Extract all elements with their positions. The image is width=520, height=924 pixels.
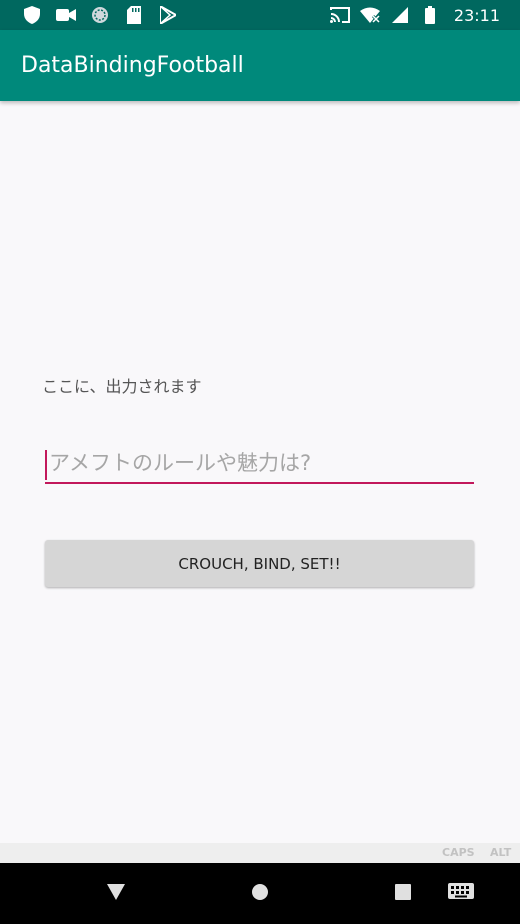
sync-circle-icon (90, 5, 110, 25)
keyboard-switch-button[interactable] (444, 877, 478, 911)
navigation-bar (0, 863, 520, 924)
app-title: DataBindingFootball (21, 53, 244, 78)
alt-hint: ALT (490, 846, 512, 859)
recents-icon (395, 884, 411, 904)
shield-icon (22, 5, 42, 25)
cast-icon (329, 5, 350, 25)
home-icon (251, 883, 269, 905)
app-bar: DataBindingFootball (0, 30, 520, 101)
question-field[interactable] (45, 444, 474, 484)
status-bar: 23:11 (0, 0, 520, 30)
main-content: ここに、出力されます CROUCH, BIND, SET!! (0, 101, 520, 843)
input-underline (45, 482, 474, 484)
system-icons: 23:11 (329, 5, 500, 25)
keyboard-icon (448, 883, 474, 905)
video-camera-icon (56, 5, 76, 25)
recents-button[interactable] (386, 877, 420, 911)
crouch-bind-set-button[interactable]: CROUCH, BIND, SET!! (45, 540, 474, 587)
caps-hint: CAPS (442, 846, 475, 859)
text-cursor (45, 450, 47, 480)
notification-icons (22, 5, 178, 25)
back-button[interactable] (99, 877, 133, 911)
home-button[interactable] (243, 877, 277, 911)
back-icon (107, 884, 125, 904)
keyboard-hint-strip: CAPS ALT (0, 843, 520, 863)
output-text: ここに、出力されます (42, 377, 202, 396)
sd-card-icon (124, 5, 144, 25)
cell-signal-icon (390, 5, 410, 25)
wifi-off-icon (359, 5, 380, 25)
question-input[interactable] (45, 444, 474, 482)
status-time: 23:11 (453, 5, 500, 25)
battery-icon (420, 5, 440, 25)
play-store-icon (158, 5, 178, 25)
